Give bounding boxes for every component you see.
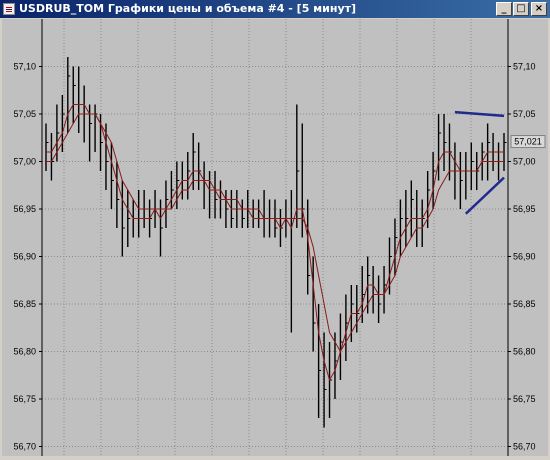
y-tick-label-right: 56,95 <box>513 204 536 214</box>
y-tick-label-left: 56,70 <box>13 442 36 452</box>
y-tick-label-left: 57,00 <box>13 157 36 167</box>
y-tick-label-right: 56,70 <box>513 442 536 452</box>
y-tick-label-left: 57,10 <box>13 62 36 72</box>
chart-app-icon <box>3 3 15 15</box>
moving-average-line <box>46 104 504 382</box>
chart-window: USDRUB_TOM Графики цены и объема #4 - [5… <box>0 0 550 458</box>
minimize-button[interactable]: _ <box>496 2 512 16</box>
y-tick-label-right: 56,90 <box>513 252 536 262</box>
title-bar[interactable]: USDRUB_TOM Графики цены и объема #4 - [5… <box>0 0 550 18</box>
y-tick-label-right: 57,05 <box>513 109 536 119</box>
y-tick-label-left: 56,95 <box>13 204 36 214</box>
y-tick-label-left: 56,90 <box>13 252 36 262</box>
y-tick-label-right: 56,85 <box>513 299 536 309</box>
y-tick-label-left: 57,05 <box>13 109 36 119</box>
close-button[interactable]: × <box>531 2 547 16</box>
y-tick-label-right: 56,80 <box>513 347 536 357</box>
y-tick-label-right: 57,00 <box>513 157 536 167</box>
y-tick-label-left: 56,85 <box>13 299 36 309</box>
y-tick-label-right: 57,10 <box>513 62 536 72</box>
window-title: USDRUB_TOM Графики цены и объема #4 - [5… <box>19 2 357 15</box>
current-price-label: 57,021 <box>514 137 542 147</box>
maximize-button[interactable]: □ <box>513 2 529 16</box>
y-tick-label-left: 56,75 <box>13 394 36 404</box>
y-tick-label-left: 56,80 <box>13 347 36 357</box>
chart-plot-area[interactable]: 57,10 57,10 57,05 57,05 57,00 57,00 56,95 56,95… <box>2 19 548 456</box>
price-chart[interactable]: 57,10 57,10 57,05 57,05 57,00 57,00 56,95 56,95… <box>2 19 548 456</box>
y-tick-label-right: 56,75 <box>513 394 536 404</box>
